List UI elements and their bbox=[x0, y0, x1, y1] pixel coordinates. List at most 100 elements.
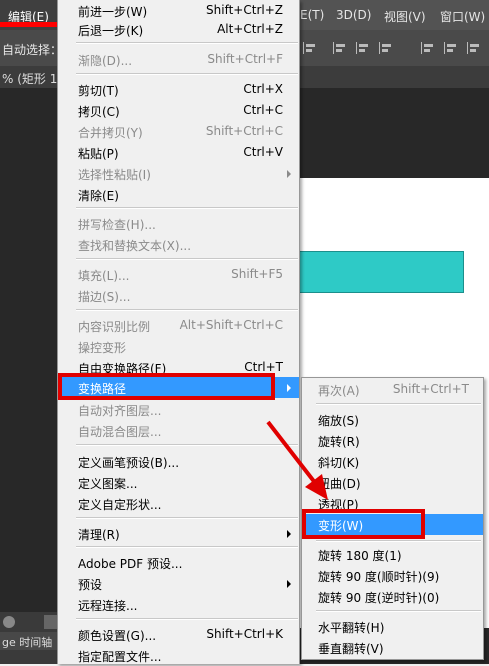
menu-item-label: 定义图案... bbox=[78, 477, 138, 491]
menu-item-free-transform-path[interactable]: 自由变换路径(F) Ctrl+T bbox=[58, 357, 299, 378]
menu-layer[interactable]: E(T) bbox=[300, 8, 324, 22]
menu-item-fade[interactable]: 渐隐(D)... Shift+Ctrl+F bbox=[58, 49, 299, 70]
menu-item-shortcut: Shift+Ctrl+Z bbox=[206, 3, 283, 17]
menu-item-step-backward[interactable]: 后退一步(K) Alt+Ctrl+Z bbox=[58, 19, 299, 40]
menu-item-paste[interactable]: 粘贴(P) Ctrl+V bbox=[58, 142, 299, 163]
align-vcenter-icon[interactable] bbox=[356, 42, 371, 54]
menu-separator bbox=[76, 444, 298, 446]
menu-item-auto-align-layers[interactable]: 自动对齐图层... bbox=[58, 399, 299, 420]
submenu-item-rotate-90-ccw[interactable]: 旋转 90 度(逆时针)(0) bbox=[302, 586, 483, 607]
menu-item-fill[interactable]: 填充(L)... Shift+F5 bbox=[58, 264, 299, 285]
annotation-underline bbox=[0, 22, 58, 27]
menu-item-label: 合并拷贝(Y) bbox=[78, 126, 143, 140]
menu-item-cut[interactable]: 剪切(T) Ctrl+X bbox=[58, 79, 299, 100]
submenu-item-perspective[interactable]: 透视(P) bbox=[302, 493, 483, 514]
submenu-item-label: 旋转 90 度(顺时针)(9) bbox=[318, 570, 440, 584]
menu-item-adobe-pdf-presets[interactable]: Adobe PDF 预设... bbox=[58, 552, 299, 573]
submenu-item-flip-vertical[interactable]: 垂直翻转(V) bbox=[302, 637, 483, 658]
menu-item-label: 选择性粘贴(I) bbox=[78, 168, 151, 182]
panel-spinner[interactable] bbox=[44, 615, 58, 629]
menu-item-paste-special[interactable]: 选择性粘贴(I) bbox=[58, 163, 299, 184]
submenu-item-distort[interactable]: 扭曲(D) bbox=[302, 472, 483, 493]
align-left-icon[interactable] bbox=[303, 42, 318, 54]
menu-window[interactable]: 窗口(W) bbox=[440, 8, 485, 25]
panel-icon[interactable] bbox=[3, 616, 15, 628]
distribute-bottom-icon[interactable] bbox=[467, 42, 482, 54]
submenu-item-again[interactable]: 再次(A) Shift+Ctrl+T bbox=[302, 379, 483, 400]
menu-item-puppet-warp[interactable]: 操控变形 bbox=[58, 336, 299, 357]
menu-item-shortcut: Shift+Ctrl+K bbox=[206, 627, 283, 641]
menu-item-define-brush[interactable]: 定义画笔预设(B)... bbox=[58, 451, 299, 472]
menu-item-label: 预设 bbox=[78, 578, 103, 592]
menu-item-shortcut: Ctrl+C bbox=[243, 103, 283, 117]
menu-item-shortcut: Alt+Ctrl+Z bbox=[217, 22, 283, 36]
menu-item-label: 前进一步(W) bbox=[78, 5, 148, 19]
align-top-icon[interactable] bbox=[333, 42, 348, 54]
menu-item-label: 渐隐(D)... bbox=[78, 54, 133, 68]
timeline-tab[interactable]: ge 时间轴 bbox=[0, 632, 60, 650]
menu-item-purge[interactable]: 清理(R) bbox=[58, 523, 299, 544]
transform-path-submenu: 再次(A) Shift+Ctrl+T 缩放(S) 旋转(R) 斜切(K) 扭曲(… bbox=[301, 377, 484, 660]
distribute-top-icon[interactable] bbox=[421, 42, 436, 54]
menu-item-label: 拷贝(C) bbox=[78, 105, 120, 119]
align-bottom-icon[interactable] bbox=[379, 42, 394, 54]
menu-item-label: 查找和替换文本(X)... bbox=[78, 239, 192, 253]
submenu-item-rotate-90-cw[interactable]: 旋转 90 度(顺时针)(9) bbox=[302, 565, 483, 586]
submenu-item-label: 斜切(K) bbox=[318, 456, 360, 470]
submenu-separator bbox=[316, 540, 481, 542]
menu-item-shortcut: Ctrl+T bbox=[244, 360, 283, 374]
submenu-item-label: 旋转 90 度(逆时针)(0) bbox=[318, 591, 440, 605]
menu-item-presets[interactable]: 预设 bbox=[58, 573, 299, 594]
menu-item-clear[interactable]: 清除(E) bbox=[58, 184, 299, 205]
menu-view[interactable]: 视图(V) bbox=[384, 8, 426, 25]
menu-item-assign-profile[interactable]: 指定配置文件... bbox=[58, 645, 299, 666]
submenu-item-rotate-180[interactable]: 旋转 180 度(1) bbox=[302, 544, 483, 565]
menu-item-label: 描边(S)... bbox=[78, 290, 131, 304]
menu-item-copy[interactable]: 拷贝(C) Ctrl+C bbox=[58, 100, 299, 121]
menu-separator bbox=[76, 618, 298, 620]
menu-item-label: 内容识别比例 bbox=[78, 320, 151, 334]
menu-item-label: 粘贴(P) bbox=[78, 147, 119, 161]
menu-item-auto-blend-layers[interactable]: 自动混合图层... bbox=[58, 420, 299, 441]
menu-item-label: 操控变形 bbox=[78, 341, 127, 355]
edit-menu: 前进一步(W) Shift+Ctrl+Z 后退一步(K) Alt+Ctrl+Z … bbox=[57, 0, 300, 664]
menu-separator bbox=[76, 207, 298, 209]
menu-item-label: 远程连接... bbox=[78, 599, 138, 613]
menu-item-label: 颜色设置(G)... bbox=[78, 629, 157, 643]
submenu-arrow-icon bbox=[287, 580, 291, 588]
submenu-item-shortcut: Shift+Ctrl+T bbox=[392, 382, 469, 396]
menu-item-stroke[interactable]: 描边(S)... bbox=[58, 285, 299, 306]
menu-3d[interactable]: 3D(D) bbox=[336, 8, 371, 22]
menu-item-content-aware-scale[interactable]: 内容识别比例 Alt+Shift+Ctrl+C bbox=[58, 315, 299, 336]
menu-item-color-settings[interactable]: 颜色设置(G)... Shift+Ctrl+K bbox=[58, 624, 299, 645]
menu-item-define-custom-shape[interactable]: 定义自定形状... bbox=[58, 493, 299, 514]
menu-separator bbox=[76, 546, 298, 548]
menu-item-find-replace[interactable]: 查找和替换文本(X)... bbox=[58, 234, 299, 255]
submenu-item-skew[interactable]: 斜切(K) bbox=[302, 451, 483, 472]
rectangle-shape[interactable] bbox=[298, 251, 464, 293]
distribute-vcenter-icon[interactable] bbox=[444, 42, 459, 54]
menu-item-remote-connections[interactable]: 远程连接... bbox=[58, 594, 299, 615]
menu-item-transform-path[interactable]: 变换路径 bbox=[58, 377, 299, 398]
menu-item-label: 自动混合图层... bbox=[78, 425, 162, 439]
submenu-item-scale[interactable]: 缩放(S) bbox=[302, 409, 483, 430]
submenu-separator bbox=[316, 403, 481, 405]
menu-item-label: 清理(R) bbox=[78, 528, 120, 542]
submenu-item-rotate[interactable]: 旋转(R) bbox=[302, 430, 483, 451]
menu-item-label: 后退一步(K) bbox=[78, 24, 144, 38]
menu-item-label: 指定配置文件... bbox=[78, 650, 162, 664]
submenu-item-label: 透视(P) bbox=[318, 498, 359, 512]
submenu-item-flip-horizontal[interactable]: 水平翻转(H) bbox=[302, 616, 483, 637]
menu-item-copy-merged[interactable]: 合并拷贝(Y) Shift+Ctrl+C bbox=[58, 121, 299, 142]
menu-item-label: 自由变换路径(F) bbox=[78, 362, 167, 376]
submenu-item-label: 再次(A) bbox=[318, 384, 360, 398]
menu-item-spell-check[interactable]: 拼写检查(H)... bbox=[58, 213, 299, 234]
submenu-item-warp[interactable]: 变形(W) bbox=[302, 514, 483, 535]
submenu-separator bbox=[316, 610, 481, 612]
menu-item-define-pattern[interactable]: 定义图案... bbox=[58, 472, 299, 493]
menu-separator bbox=[76, 42, 298, 44]
menu-item-shortcut: Shift+Ctrl+C bbox=[205, 124, 283, 138]
menu-item-step-forward[interactable]: 前进一步(W) Shift+Ctrl+Z bbox=[58, 0, 299, 21]
document-tab-label: % (矩形 1, bbox=[2, 72, 62, 86]
submenu-item-label: 缩放(S) bbox=[318, 414, 359, 428]
